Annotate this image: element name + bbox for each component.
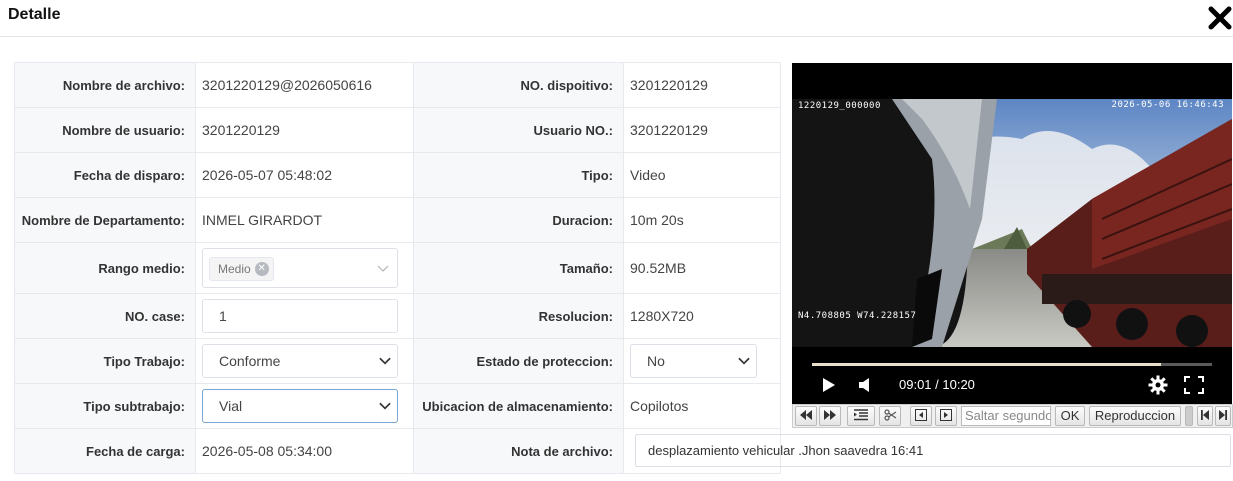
username-value: 3201220129 [195,107,414,153]
time-display: 09:01 / 10:20 [899,377,975,392]
subwork-type-label: Tipo subtrabajo: [14,383,196,429]
volume-icon[interactable] [858,377,872,396]
ok-button[interactable]: OK [1055,406,1085,426]
range-label: Rango medio: [14,242,196,294]
protection-label: Estado de proteccion: [413,338,624,384]
toolbar-scrollbar[interactable] [1185,406,1193,426]
case-no-label: NO. case: [14,293,196,339]
protection-select[interactable]: No [630,344,757,378]
type-label: Tipo: [413,152,624,198]
video-player[interactable]: 1220129_000000 2026-05-06 16:46:43 N4.70… [792,63,1232,404]
file-note-input[interactable]: desplazamiento vehicular .Jhon saavedra … [635,434,1231,467]
filename-value: 3201220129@2026050616 [195,62,414,108]
fast-forward-button[interactable] [819,406,841,426]
resolution-value: 1280X720 [623,293,781,339]
progress-fill [812,363,1161,366]
skip-end-button[interactable] [1215,406,1231,426]
dialog-header: Detalle [0,0,1233,37]
chevron-down-icon [379,357,391,365]
username-label: Nombre de usuario: [14,107,196,153]
osd-coordinates: N4.708805 W74.228157 [798,311,917,321]
osd-timestamp: 2026-05-06 16:46:43 [1111,100,1224,110]
file-note-label: Nota de archivo: [413,428,624,474]
video-frame: 1220129_000000 2026-05-06 16:46:43 N4.70… [792,99,1232,347]
playback-toolbar: Saltar segundos OK Reproduccion [792,404,1233,428]
rewind-button[interactable] [795,406,817,426]
progress-bar[interactable] [812,363,1212,366]
chevron-down-icon [377,265,389,272]
storage-location-label: Ubicacion de almacenamiento: [413,383,624,429]
playback-button[interactable]: Reproduccion [1089,406,1181,426]
fullscreen-icon[interactable] [1184,376,1204,397]
seek-seconds-input[interactable]: Saltar segundos [961,406,1051,426]
device-no-value: 3201220129 [623,62,781,108]
department-value: INMEL GIRARDOT [195,197,414,243]
close-icon[interactable] [1206,4,1233,32]
trigger-date-label: Fecha de disparo: [14,152,196,198]
user-no-value: 3201220129 [623,107,781,153]
osd-device-id: 1220129_000000 [798,101,881,111]
resolution-label: Resolucion: [413,293,624,339]
frame-forward-button[interactable] [935,406,957,426]
settings-gear-icon[interactable] [1148,375,1168,398]
list-button[interactable] [847,406,875,426]
size-label: Tamaño: [413,242,624,294]
subwork-type-select[interactable]: Vial [202,389,398,423]
size-value: 90.52MB [623,242,781,294]
type-value: Video [623,152,781,198]
duration-value: 10m 20s [623,197,781,243]
range-tag-label: Medio [218,262,251,276]
frame-back-button[interactable] [910,406,932,426]
device-no-label: NO. dispoitivo: [413,62,624,108]
work-type-select[interactable]: Conforme [202,344,398,378]
case-no-input[interactable]: 1 [202,299,398,333]
filename-label: Nombre de archivo: [14,62,196,108]
range-multiselect[interactable]: Medio ✕ [202,248,398,288]
tag-remove-icon[interactable]: ✕ [254,261,269,276]
dialog-title: Detalle [8,6,61,23]
chevron-down-icon [379,402,391,410]
department-label: Nombre de Departamento: [14,197,196,243]
range-tag: Medio ✕ [209,257,274,281]
duration-label: Duracion: [413,197,624,243]
skip-start-button[interactable] [1197,406,1213,426]
work-type-label: Tipo Trabajo: [14,338,196,384]
play-icon[interactable] [822,377,836,396]
chevron-down-icon [738,357,750,365]
storage-location-value: Copilotos [623,383,781,429]
upload-date-value: 2026-05-08 05:34:00 [195,428,414,474]
detail-table: Nombre de archivo: 3201220129@2026050616… [14,62,781,474]
user-no-label: Usuario NO.: [413,107,624,153]
scissors-icon[interactable] [879,406,901,426]
trigger-date-value: 2026-05-07 05:48:02 [195,152,414,198]
upload-date-label: Fecha de carga: [14,428,196,474]
